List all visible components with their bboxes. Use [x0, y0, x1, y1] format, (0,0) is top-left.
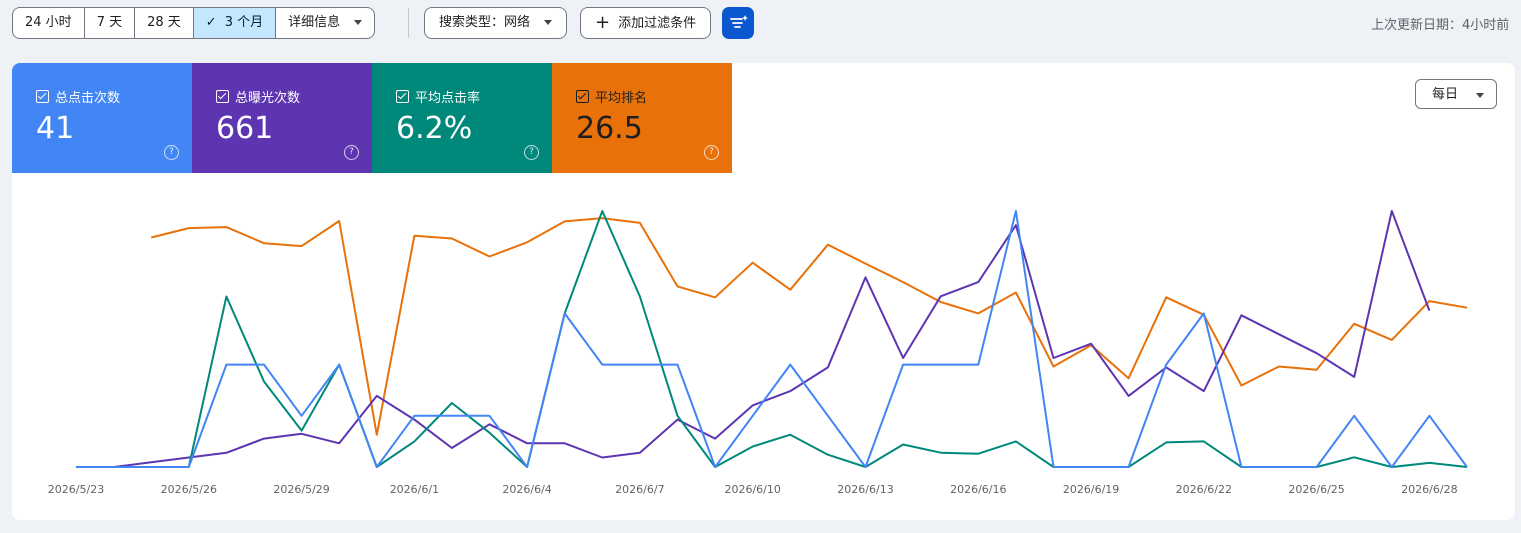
series-line	[76, 210, 1431, 468]
x-tick-label: 2026/6/25	[1288, 483, 1344, 496]
x-tick-label: 2026/5/26	[161, 483, 217, 496]
x-tick-label: 2026/5/29	[273, 483, 329, 496]
range-3m-button[interactable]: ✓ 3 个月	[193, 8, 277, 38]
x-tick-label: 2026/6/28	[1401, 483, 1457, 496]
x-tick-label: 2026/6/13	[837, 483, 893, 496]
filter-settings-button[interactable]	[722, 7, 754, 39]
add-filter-label: 添加过滤条件	[618, 16, 697, 31]
x-tick-label: 2026/6/22	[1176, 483, 1232, 496]
x-tick-label: 2026/6/19	[1063, 483, 1119, 496]
series-line	[76, 210, 1468, 468]
range-details-dropdown[interactable]: 详细信息	[276, 8, 374, 38]
toolbar-divider	[408, 8, 409, 38]
performance-line-chart: 2026/5/23 2026/5/26 2026/5/29 2026/6/1 2026/…	[48, 210, 1468, 496]
x-tick-label: 2026/6/10	[724, 483, 780, 496]
caret-down-icon	[544, 20, 553, 25]
check-icon: ✓	[205, 15, 217, 30]
range-7d-button[interactable]: 7 天	[85, 8, 136, 38]
performance-card: 总点击次数 41 ? 总曝光次数 661 ? 平均点击率 6.2% ? 平均排名…	[12, 63, 1515, 520]
series-line	[150, 217, 1468, 436]
x-tick-label: 2026/6/4	[502, 483, 551, 496]
caret-down-icon	[354, 20, 363, 25]
filter-sparkle-icon	[730, 15, 748, 28]
search-type-dropdown[interactable]: 搜索类型：网络	[424, 7, 568, 39]
add-filter-button[interactable]: + 添加过滤条件	[580, 7, 712, 39]
x-tick-label: 2026/6/1	[390, 483, 439, 496]
plus-icon: +	[595, 12, 611, 33]
range-24h-button[interactable]: 24 小时	[13, 8, 85, 38]
toolbar: 24 小时 7 天 28 天 ✓ 3 个月 详细信息 搜索类型：网络 + 添加过滤条…	[0, 0, 1521, 48]
x-tick-label: 2026/6/7	[615, 483, 664, 496]
last-updated-text: 上次更新日期：4小时前	[1371, 18, 1510, 33]
x-tick-label: 2026/5/23	[48, 483, 104, 496]
range-details-label: 详细信息	[288, 15, 341, 30]
range-28d-button[interactable]: 28 天	[135, 8, 194, 38]
series-line	[76, 210, 1468, 468]
date-range-selector: 24 小时 7 天 28 天 ✓ 3 个月 详细信息	[12, 7, 376, 39]
x-tick-label: 2026/6/16	[950, 483, 1006, 496]
range-3m-label: 3 个月	[224, 15, 264, 30]
search-type-label: 搜索类型：网络	[439, 15, 531, 30]
